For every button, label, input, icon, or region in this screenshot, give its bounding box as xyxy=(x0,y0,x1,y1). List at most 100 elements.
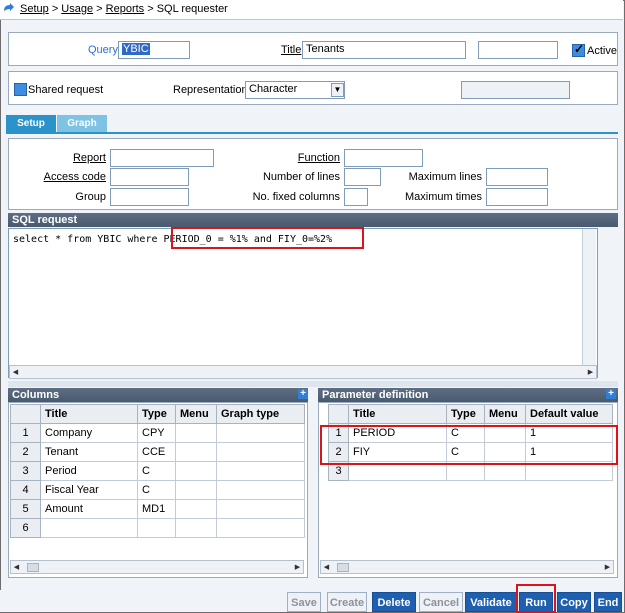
row-number: 1 xyxy=(10,423,41,443)
table-cell[interactable] xyxy=(175,423,217,443)
no-fixed-columns-input[interactable] xyxy=(344,188,368,206)
scroll-thumb[interactable] xyxy=(27,563,39,572)
table-cell[interactable]: C xyxy=(137,480,176,500)
table-cell[interactable] xyxy=(175,480,217,500)
representation-label: Representation xyxy=(173,84,248,96)
scroll-left-icon[interactable]: ◀ xyxy=(12,563,21,572)
representation-extra-field xyxy=(461,81,570,99)
maximum-lines-input[interactable] xyxy=(486,168,548,186)
maximum-times-input[interactable] xyxy=(486,188,548,206)
scroll-thumb[interactable] xyxy=(337,563,349,572)
scroll-right-icon[interactable]: ▶ xyxy=(603,563,612,572)
active-label: Active xyxy=(587,45,617,57)
column-header: Default value xyxy=(525,404,613,424)
number-of-lines-input[interactable] xyxy=(344,168,381,186)
table-cell[interactable] xyxy=(175,442,217,462)
column-header: Title xyxy=(40,404,138,424)
sql-editor[interactable] xyxy=(8,228,598,378)
parameters-horizontal-scrollbar[interactable]: ◀ ▶ xyxy=(320,560,614,574)
table-cell[interactable]: MD1 xyxy=(137,499,176,519)
table-cell[interactable] xyxy=(175,499,217,519)
delete-button[interactable]: Delete xyxy=(372,592,416,612)
title-input[interactable]: Tenants xyxy=(302,41,466,59)
table-cell[interactable] xyxy=(216,480,305,500)
tab-setup[interactable]: Setup xyxy=(6,115,56,132)
breadcrumb-link-usage[interactable]: Usage xyxy=(61,3,93,15)
column-header: Type xyxy=(137,404,176,424)
query-input[interactable]: YBIC xyxy=(118,41,190,59)
table-row[interactable]: 3 Period C xyxy=(10,461,305,481)
sql-horizontal-scrollbar[interactable]: ◀ ▶ xyxy=(9,365,597,379)
shared-request-checkbox[interactable] xyxy=(14,83,27,96)
table-cell[interactable]: Amount xyxy=(40,499,138,519)
column-header: Type xyxy=(446,404,485,424)
columns-add-icon[interactable]: + xyxy=(298,389,308,399)
column-header: Menu xyxy=(175,404,217,424)
table-cell[interactable]: Period xyxy=(40,461,138,481)
column-header: Menu xyxy=(484,404,526,424)
create-button[interactable]: Create xyxy=(327,592,367,612)
copy-button[interactable]: Copy xyxy=(557,592,591,612)
table-cell[interactable]: Company xyxy=(40,423,138,443)
representation-select[interactable]: Character xyxy=(245,81,345,99)
report-label: Report xyxy=(72,152,106,164)
table-row[interactable]: 5 Amount MD1 xyxy=(10,499,305,519)
scroll-right-icon[interactable]: ▶ xyxy=(586,368,595,377)
function-input[interactable] xyxy=(344,149,423,167)
row-number: 3 xyxy=(10,461,41,481)
cancel-button[interactable]: Cancel xyxy=(419,592,463,612)
breadcrumb-link-setup[interactable]: Setup xyxy=(20,3,49,15)
splitter[interactable] xyxy=(8,381,618,387)
table-cell[interactable]: C xyxy=(137,461,176,481)
group-input[interactable] xyxy=(110,188,189,206)
sql-prefix: select * from YBIC where xyxy=(13,234,164,245)
breadcrumb-link-reports[interactable]: Reports xyxy=(106,3,145,15)
active-checkbox[interactable] xyxy=(572,42,585,57)
no-fixed-columns-label: No. fixed columns xyxy=(252,191,340,203)
table-row[interactable]: 4 Fiscal Year C xyxy=(10,480,305,500)
table-cell[interactable] xyxy=(216,423,305,443)
sql-vertical-scrollbar[interactable] xyxy=(582,229,596,365)
report-input[interactable] xyxy=(110,149,214,167)
table-cell[interactable]: CCE xyxy=(137,442,176,462)
table-cell[interactable] xyxy=(216,442,305,462)
title-extra-input[interactable] xyxy=(478,41,558,59)
table-cell[interactable]: CPY xyxy=(137,423,176,443)
parameters-add-icon[interactable]: + xyxy=(606,389,616,399)
sql-request-title: SQL request xyxy=(8,213,618,227)
columns-title: Columns xyxy=(8,388,308,402)
validate-button[interactable]: Validate xyxy=(465,592,517,612)
number-of-lines-label: Number of lines xyxy=(262,171,340,183)
save-button[interactable]: Save xyxy=(287,592,321,612)
table-row[interactable]: 2 Tenant CCE xyxy=(10,442,305,462)
maximum-lines-label: Maximum lines xyxy=(408,171,482,183)
tab-graph[interactable]: Graph xyxy=(57,115,107,132)
access-code-input[interactable] xyxy=(110,168,189,186)
row-number: 2 xyxy=(10,442,41,462)
table-cell[interactable] xyxy=(216,461,305,481)
end-button[interactable]: End xyxy=(594,592,622,612)
table-row[interactable]: 6 xyxy=(10,518,305,538)
scroll-left-icon[interactable]: ◀ xyxy=(322,563,331,572)
breadcrumb: Setup > Usage > Reports > SQL requester xyxy=(0,0,623,20)
columns-horizontal-scrollbar[interactable]: ◀ ▶ xyxy=(10,560,304,574)
table-cell[interactable]: Fiscal Year xyxy=(40,480,138,500)
tab-underline xyxy=(6,132,618,134)
table-cell[interactable] xyxy=(216,499,305,519)
scroll-right-icon[interactable]: ▶ xyxy=(293,563,302,572)
table-cell[interactable] xyxy=(137,518,176,538)
chevron-down-icon[interactable]: ▼ xyxy=(331,83,344,97)
breadcrumb-current: SQL requester xyxy=(156,3,228,15)
table-cell[interactable] xyxy=(175,461,217,481)
table-cell[interactable] xyxy=(175,518,217,538)
function-label: Function xyxy=(297,152,340,164)
column-header: Graph type xyxy=(216,404,305,424)
scroll-left-icon[interactable]: ◀ xyxy=(11,368,20,377)
table-cell[interactable] xyxy=(216,518,305,538)
parameters-highlight-box xyxy=(320,425,618,465)
breadcrumb-separator: > xyxy=(147,3,157,15)
maximum-times-label: Maximum times xyxy=(404,191,482,203)
table-cell[interactable]: Tenant xyxy=(40,442,138,462)
table-row[interactable]: 1 Company CPY xyxy=(10,423,305,443)
table-cell[interactable] xyxy=(40,518,138,538)
